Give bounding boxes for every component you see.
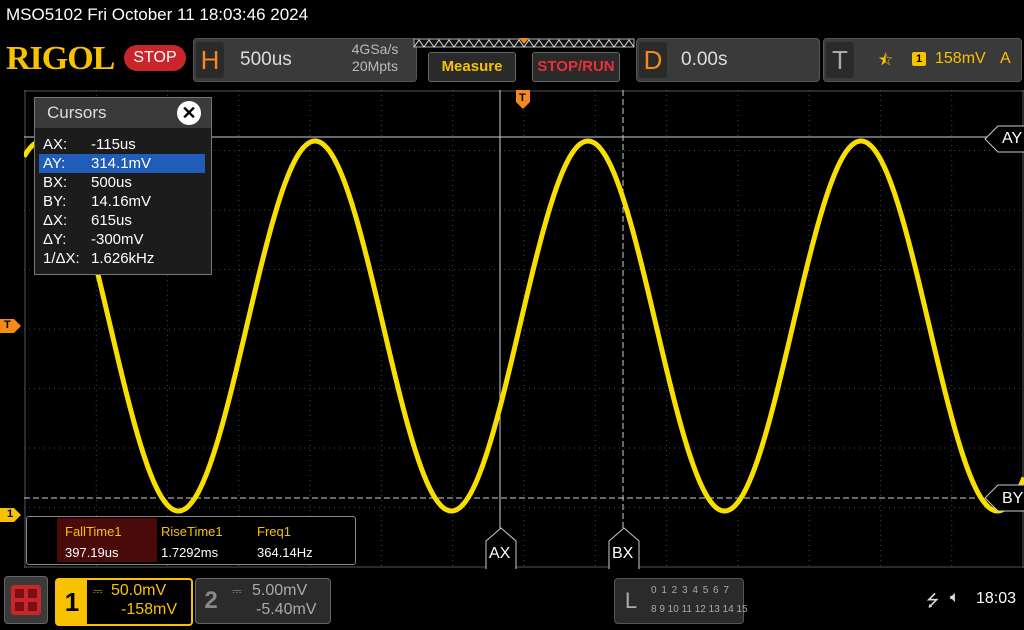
trigger-edge-icon: ⯪ [878, 52, 894, 69]
cursor-row-delta-y[interactable]: ΔY: -300mV [39, 230, 205, 249]
cursor-row-delta-x[interactable]: ΔX: 615us [39, 211, 205, 230]
cursor-row-inv-delta-x[interactable]: 1/ΔX: 1.626kHz [39, 249, 205, 268]
logic-channels-high: 8 9 10 11 12 13 14 15 [651, 604, 748, 615]
volume-mute-icon[interactable]: 🔈︎ [950, 589, 960, 607]
cursor-row-ax[interactable]: AX: -115us [39, 135, 205, 154]
cursor-row-label: ΔX: [43, 212, 68, 229]
cursor-ax-label: AX [489, 545, 511, 562]
stop-run-button[interactable]: STOP/RUN [532, 52, 620, 82]
usb-icon: ⭍ [926, 593, 940, 610]
dc-coupling-icon: ⎓ [232, 584, 242, 598]
logic-analyzer-panel[interactable]: L 0 1 2 3 4 5 6 7 8 9 10 11 12 13 14 15 [614, 578, 748, 624]
title-text: MSO5102 Fri October 11 18:03:46 2024 [6, 5, 309, 24]
cursor-row-bx[interactable]: BX: 500us [39, 173, 205, 192]
timebase-value: 500us [240, 49, 292, 70]
brand-logo: RIGOL [6, 40, 115, 77]
logic-channels-low: 0 1 2 3 4 5 6 7 [651, 585, 730, 596]
channel-1-panel[interactable]: 1 ⎓ 50.0mV -158mV [55, 578, 193, 626]
channel-1-offset: -158mV [121, 601, 178, 618]
cursor-row-value: 314.1mV [91, 155, 152, 172]
trigger-panel[interactable]: T ⯪ 1 158mV A [823, 38, 1022, 82]
trigger-mode: A [1000, 50, 1011, 67]
cursor-row-label: AX: [43, 136, 68, 153]
channel-2-panel[interactable]: 2 ⎓ 5.00mV -5.40mV [195, 578, 331, 624]
measurement-table[interactable]: FallTime1 397.19us RiseTime1 1.7292ms Fr… [26, 516, 356, 565]
cursor-row-ay[interactable]: AY: 314.1mV [39, 154, 205, 173]
close-icon[interactable]: ✕ [177, 101, 201, 125]
cursor-row-value: 1.626kHz [91, 250, 155, 267]
trigger-level-label: T [4, 319, 11, 331]
cursor-row-value: -300mV [91, 231, 144, 248]
cursor-row-value: 14.16mV [91, 193, 152, 210]
cursors-panel[interactable]: Cursors ✕ AX: -115us AY: 314.1mV BX: 500… [34, 97, 212, 275]
top-toolbar: RIGOL STOP H 500us 4GSa/s 20Mpts Measure… [0, 34, 1024, 86]
channel-2-number: 2 [204, 587, 218, 614]
title-bar: MSO5102 Fri October 11 18:03:46 2024 [0, 0, 1024, 32]
cursor-row-value: -115us [91, 136, 136, 153]
cursor-row-label: BY: [43, 193, 67, 210]
cursor-row-label: 1/ΔX: [43, 250, 80, 267]
sample-rate: 4GSa/s [351, 41, 399, 57]
dc-coupling-icon: ⎓ [93, 584, 103, 598]
channel-2-offset: -5.40mV [256, 601, 317, 618]
trigger-label: T [826, 42, 854, 78]
measurement-value: 1.7292ms [161, 545, 219, 560]
cursor-row-label: ΔY: [43, 231, 67, 248]
channel-2-scale: 5.00mV [252, 582, 308, 599]
cursors-panel-header[interactable]: Cursors ✕ [35, 98, 211, 128]
cursor-by-label: BY [1002, 490, 1024, 507]
cursor-ay-label: AY [1002, 130, 1023, 147]
horizontal-label: H [196, 42, 224, 78]
cursor-bx-label: BX [612, 545, 634, 562]
cursor-row-value: 615us [91, 212, 132, 229]
bottom-bar: 1 ⎓ 50.0mV -158mV 2 ⎓ 5.00mV -5.40mV L 0… [0, 572, 1024, 630]
delay-value: 0.00s [681, 49, 728, 70]
clock: 18:03 [976, 590, 1017, 607]
trigger-source-badge: 1 [912, 52, 926, 66]
measurement-name: RiseTime1 [161, 524, 223, 539]
measurement-name: Freq1 [257, 524, 291, 539]
run-state-badge[interactable]: STOP [124, 45, 186, 71]
cursor-row-label: AY: [43, 155, 66, 172]
measurement-value: 364.14Hz [257, 545, 313, 560]
main-menu-button[interactable] [4, 576, 48, 624]
measurement-value: 397.19us [65, 545, 119, 560]
memory-depth: 20Mpts [352, 58, 398, 74]
grid-menu-icon [11, 585, 41, 615]
cursor-row-label: BX: [43, 174, 68, 191]
memory-position-bar [413, 38, 635, 48]
channel-1-scale: 50.0mV [111, 582, 167, 599]
delay-label: D [639, 42, 667, 78]
cursor-row-by[interactable]: BY: 14.16mV [39, 192, 205, 211]
trigger-position-label: T [519, 92, 526, 104]
channel-1-number: 1 [57, 580, 87, 624]
logic-label: L [624, 588, 638, 613]
trigger-level: 158mV [935, 50, 986, 67]
ch1-ground-label: 1 [7, 508, 14, 520]
horizontal-panel[interactable]: H 500us 4GSa/s 20Mpts [193, 38, 417, 82]
cursor-row-value: 500us [91, 174, 132, 191]
measurement-name: FallTime1 [65, 524, 122, 539]
cursors-title: Cursors [47, 103, 107, 122]
delay-panel[interactable]: D 0.00s [636, 38, 820, 82]
measure-button[interactable]: Measure [428, 52, 516, 82]
